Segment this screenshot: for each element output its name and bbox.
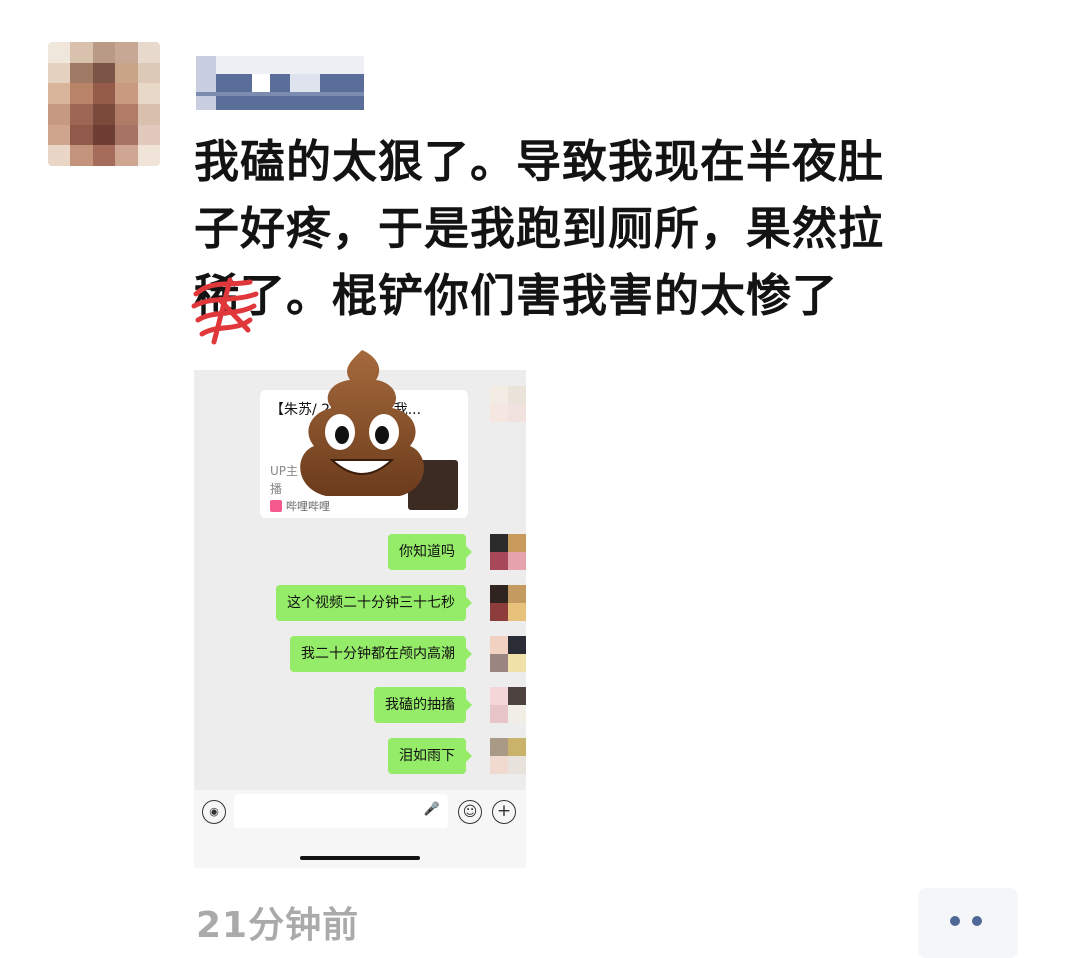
sender-avatar [490, 386, 526, 422]
sender-avatar [490, 636, 526, 672]
bilibili-icon [270, 500, 282, 512]
chat-message[interactable]: 这个视频二十分钟三十七秒 [276, 585, 472, 621]
sender-avatar [490, 738, 526, 774]
emoji-icon[interactable]: ☺ [458, 800, 482, 824]
red-scribble [191, 277, 259, 345]
username[interactable] [196, 56, 364, 110]
sender-avatar [490, 534, 526, 570]
chat-message[interactable]: 你知道吗 [388, 534, 472, 570]
timestamp: 21分钟前 [196, 905, 360, 946]
sender-avatar [490, 687, 526, 723]
more-dots-icon[interactable] [918, 888, 1018, 958]
chat-message[interactable]: 我二十分钟都在颅内高潮 [290, 636, 472, 672]
post-text-line: 我磕的太狠了。导致我现在半夜肚 [194, 135, 885, 188]
post-text-line: 子好疼，于是我跑到厕所，果然拉 [194, 202, 885, 255]
voice-icon[interactable]: ◉ [202, 800, 226, 824]
mic-icon[interactable]: 🎤 [424, 802, 440, 817]
post-text-line: 稀了。棍铲你们害我害的太惨了 [194, 269, 839, 322]
plus-icon[interactable]: + [492, 800, 516, 824]
avatar[interactable] [48, 42, 160, 166]
message-input[interactable]: 🎤 [234, 794, 448, 828]
chat-message[interactable]: 我磕的抽搐 [374, 687, 472, 723]
post-text: 我磕的太狠了。导致我现在半夜肚 子好疼，于是我跑到厕所，果然拉 稀了。棍铲你们害… [194, 128, 1014, 329]
chat-message[interactable]: 泪如雨下 [388, 738, 472, 774]
chat-input-bar: ◉ 🎤 ☺ + [194, 790, 526, 868]
poop-emoji-icon [300, 350, 424, 496]
sender-avatar [490, 585, 526, 621]
home-indicator [300, 856, 420, 860]
